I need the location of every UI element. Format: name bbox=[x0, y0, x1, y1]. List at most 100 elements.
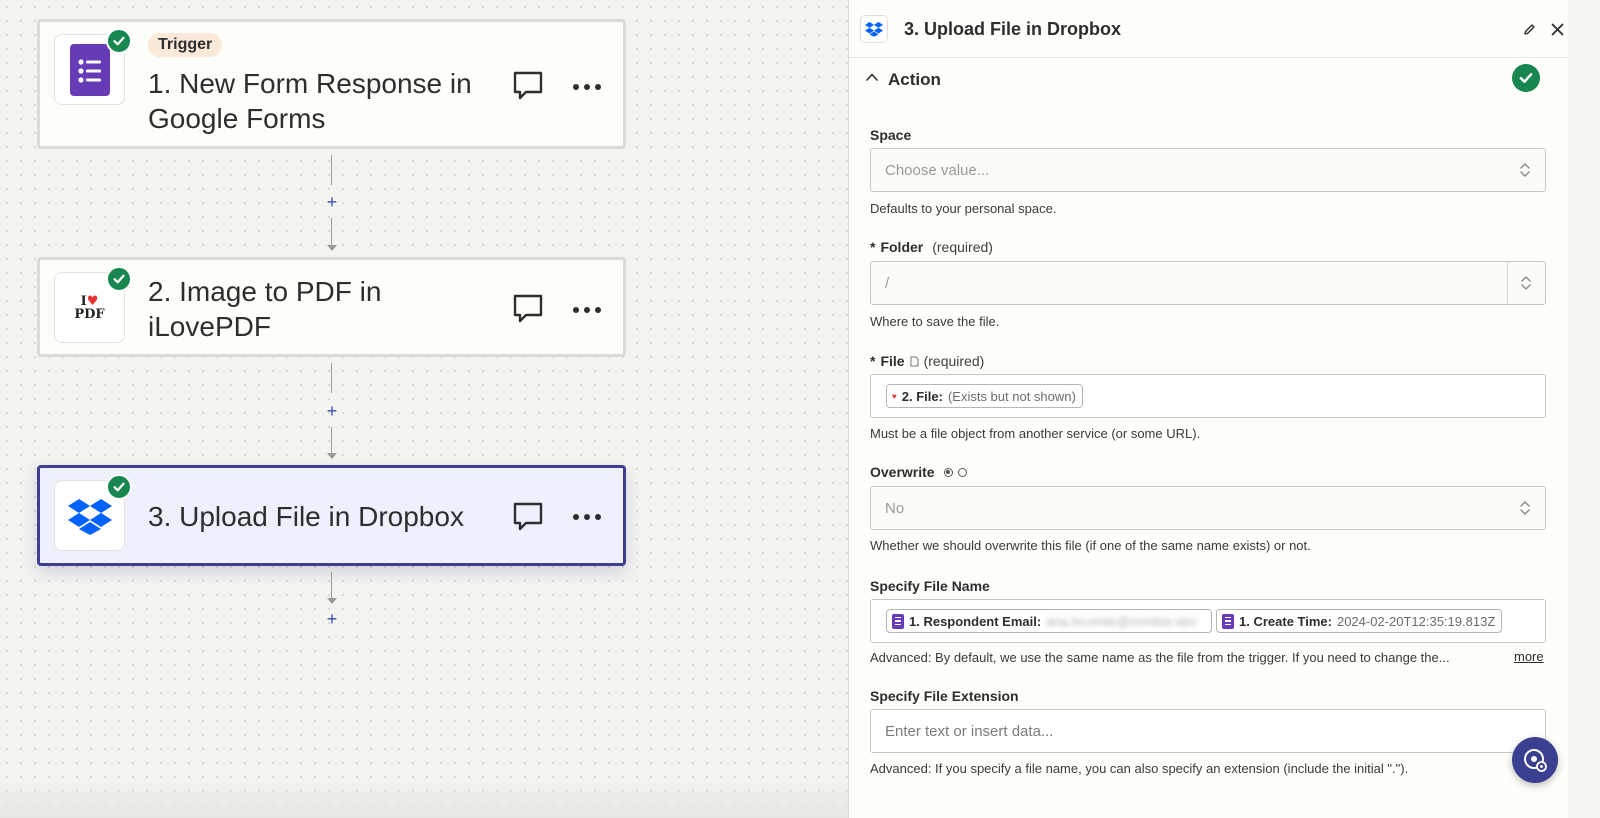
panel-scrollbar[interactable] bbox=[1568, 0, 1600, 818]
pencil-icon bbox=[1523, 23, 1535, 35]
required-star: * bbox=[870, 239, 876, 255]
step-2-card[interactable]: I♥ PDF 2. Image to PDF in iLovePDF bbox=[37, 257, 626, 357]
pill-label: 2. File: bbox=[901, 388, 943, 404]
step-1-title-line1: 1. New Form Response in bbox=[148, 68, 472, 99]
comment-button[interactable] bbox=[511, 69, 545, 103]
add-step-button[interactable]: + bbox=[324, 402, 340, 420]
action-section-header[interactable]: Action bbox=[849, 58, 1568, 102]
file-label-text: File bbox=[880, 353, 905, 369]
required-note: (required) bbox=[932, 239, 993, 255]
dot-icon bbox=[584, 514, 590, 520]
arrow-down-icon bbox=[327, 453, 337, 459]
ilovepdf-logo-pdf: PDF bbox=[74, 306, 105, 322]
chevron-updown-icon bbox=[1520, 501, 1530, 515]
arrow-down-icon bbox=[327, 598, 337, 604]
arrow-down-icon bbox=[327, 245, 337, 251]
overwrite-label: Overwrite bbox=[870, 464, 967, 480]
canvas-bottom-fade bbox=[0, 778, 848, 818]
check-icon bbox=[106, 28, 132, 54]
file-name-help: Advanced: By default, we use the same na… bbox=[870, 650, 1450, 665]
ilovepdf-icon: ♥ bbox=[892, 391, 897, 401]
check-icon bbox=[1512, 64, 1540, 92]
file-extension-placeholder: Enter text or insert data... bbox=[885, 723, 1054, 740]
section-title: Action bbox=[888, 70, 941, 89]
edit-title-button[interactable] bbox=[1521, 21, 1537, 37]
chevron-updown-icon bbox=[1520, 163, 1530, 177]
step-3-title: 3. Upload File in Dropbox bbox=[148, 501, 464, 532]
panel-header: 3. Upload File in Dropbox bbox=[849, 0, 1568, 58]
file-input[interactable]: ♥ 2. File: (Exists but not shown) bbox=[870, 374, 1546, 418]
dot-icon bbox=[573, 514, 579, 520]
dropbox-icon bbox=[860, 15, 888, 43]
space-label-text: Space bbox=[870, 127, 912, 143]
required-star: * bbox=[870, 353, 876, 369]
check-icon bbox=[106, 266, 132, 292]
step-1-title: 1. New Form Response in Google Forms bbox=[148, 66, 472, 136]
step-editor-panel: 3. Upload File in Dropbox Action Space C… bbox=[848, 0, 1568, 818]
check-icon bbox=[106, 474, 132, 500]
respondent-email-pill[interactable]: 1. Respondent Email: ana.lecomte@zombie.… bbox=[886, 609, 1212, 633]
step-1-card[interactable]: Trigger 1. New Form Response in Google F… bbox=[37, 19, 626, 149]
add-step-button[interactable]: + bbox=[324, 193, 340, 211]
divider bbox=[1507, 262, 1508, 304]
folder-label-text: Folder bbox=[880, 239, 924, 255]
pill-value-redacted: ana.lecomte@zombie.dev bbox=[1046, 613, 1197, 629]
file-help: Must be a file object from another servi… bbox=[870, 426, 1201, 441]
comment-icon bbox=[513, 71, 543, 100]
space-help: Defaults to your personal space. bbox=[870, 201, 1057, 216]
step-2-title-line2: iLovePDF bbox=[148, 311, 271, 342]
close-panel-button[interactable] bbox=[1548, 20, 1566, 38]
file-extension-label: Specify File Extension bbox=[870, 688, 1019, 704]
google-forms-icon bbox=[1222, 613, 1234, 629]
connector-line bbox=[331, 218, 332, 246]
file-name-label-text: Specify File Name bbox=[870, 578, 990, 594]
add-step-button[interactable]: + bbox=[324, 610, 340, 628]
overwrite-help: Whether we should overwrite this file (i… bbox=[870, 538, 1311, 553]
pill-value: 2024-02-20T12:35:19.813Z bbox=[1336, 613, 1496, 629]
file-mapped-pill[interactable]: ♥ 2. File: (Exists but not shown) bbox=[886, 384, 1083, 408]
space-select[interactable]: Choose value... bbox=[870, 148, 1546, 192]
chevron-up-icon bbox=[866, 73, 878, 81]
dot-icon bbox=[595, 307, 601, 313]
connector-line bbox=[331, 363, 332, 393]
required-note: (required) bbox=[923, 353, 985, 369]
overwrite-value: No bbox=[885, 500, 905, 517]
file-extension-input[interactable]: Enter text or insert data... bbox=[870, 709, 1546, 753]
dot-icon bbox=[573, 307, 579, 313]
more-link[interactable]: more bbox=[1514, 649, 1544, 664]
help-chat-button[interactable] bbox=[1512, 737, 1558, 783]
overwrite-label-text: Overwrite bbox=[870, 464, 935, 480]
google-forms-icon bbox=[892, 613, 904, 629]
radio-off-icon[interactable] bbox=[957, 467, 967, 477]
file-extension-help: Advanced: If you specify a file name, yo… bbox=[870, 761, 1409, 776]
overwrite-select[interactable]: No bbox=[870, 486, 1546, 530]
panel-title: 3. Upload File in Dropbox bbox=[904, 19, 1122, 39]
chevron-updown-icon bbox=[1521, 276, 1531, 290]
comment-button[interactable] bbox=[511, 500, 545, 534]
workflow-canvas[interactable]: Trigger 1. New Form Response in Google F… bbox=[0, 0, 848, 818]
more-options-button[interactable] bbox=[569, 77, 605, 97]
step-2-title-line1: 2. Image to PDF in bbox=[148, 276, 382, 307]
space-label: Space bbox=[870, 127, 911, 143]
file-name-label: Specify File Name bbox=[870, 578, 990, 594]
folder-select[interactable]: / bbox=[870, 261, 1546, 305]
step-3-card[interactable]: 3. Upload File in Dropbox bbox=[37, 465, 626, 566]
dot-icon bbox=[584, 84, 590, 90]
radio-on-icon[interactable] bbox=[943, 467, 953, 477]
more-options-button[interactable] bbox=[569, 300, 605, 320]
create-time-pill[interactable]: 1. Create Time: 2024-02-20T12:35:19.813Z bbox=[1216, 609, 1503, 633]
folder-help: Where to save the file. bbox=[870, 314, 1000, 329]
dot-icon bbox=[595, 514, 601, 520]
step-1-title-line2: Google Forms bbox=[148, 103, 326, 134]
comment-icon bbox=[513, 502, 543, 531]
dot-icon bbox=[595, 84, 601, 90]
connector-line bbox=[331, 427, 332, 454]
close-icon bbox=[1551, 23, 1563, 35]
more-options-button[interactable] bbox=[569, 507, 605, 527]
trigger-badge: Trigger bbox=[148, 33, 223, 57]
file-name-input[interactable]: 1. Respondent Email: ana.lecomte@zombie.… bbox=[870, 599, 1546, 643]
comment-button[interactable] bbox=[511, 292, 545, 326]
connector-line bbox=[331, 155, 332, 185]
help-chat-icon bbox=[1524, 749, 1547, 772]
space-placeholder: Choose value... bbox=[885, 162, 990, 179]
